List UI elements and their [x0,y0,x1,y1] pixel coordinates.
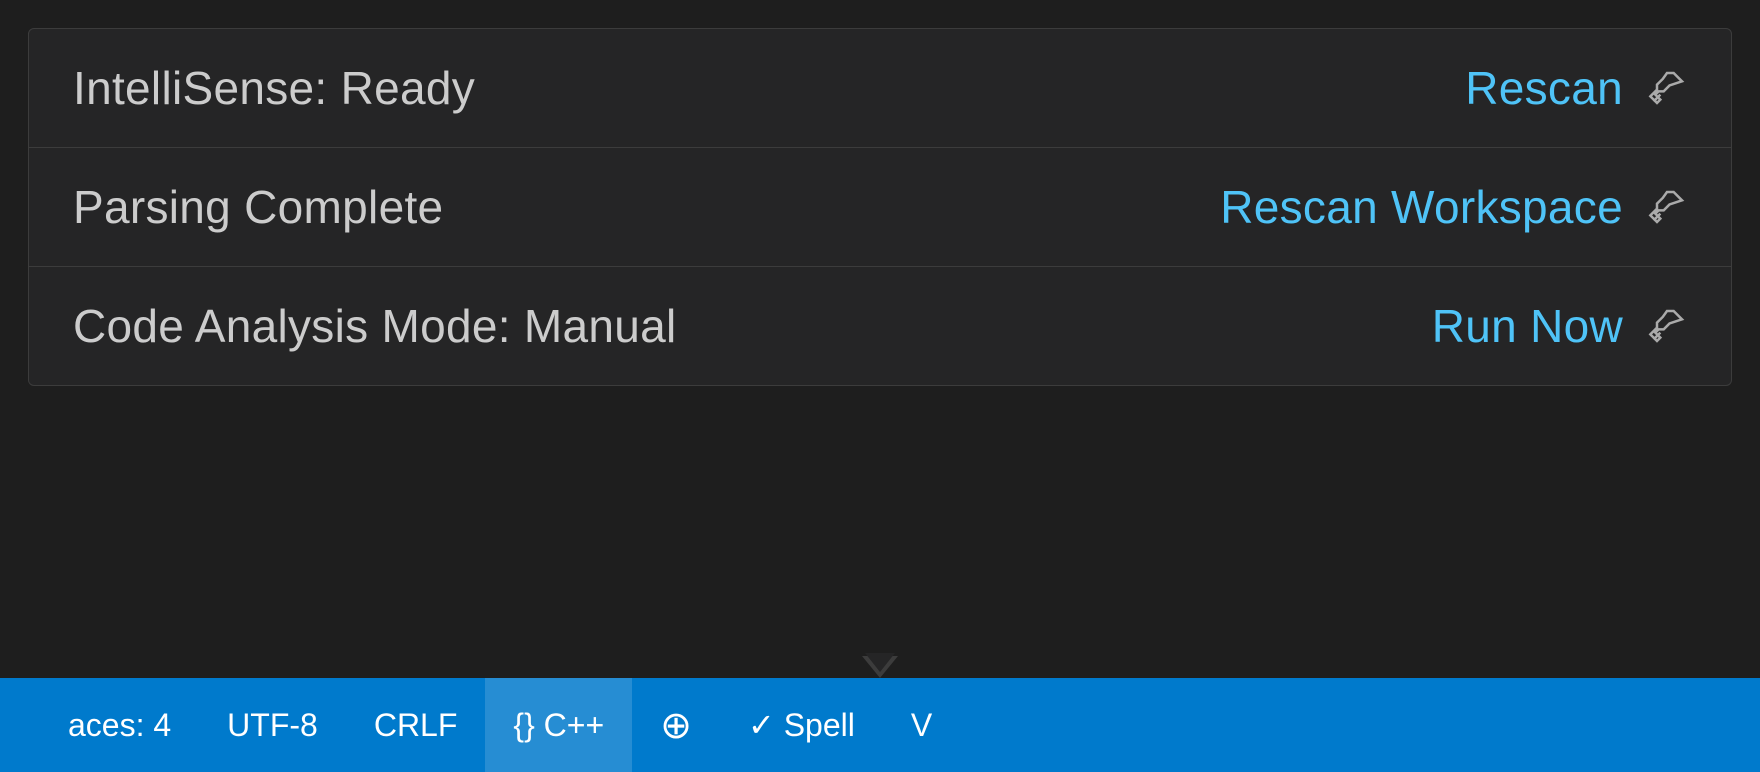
encoding-label: UTF-8 [227,707,318,744]
code-analysis-row: Code Analysis Mode: Manual Run Now [29,267,1731,385]
intellisense-popup: IntelliSense: Ready Rescan Parsing Compl… [28,28,1732,386]
parsing-row: Parsing Complete Rescan Workspace [29,148,1731,267]
encoding-indicator[interactable]: UTF-8 [199,678,346,772]
language-label: {} C++ [513,707,604,744]
pin-intellisense-icon[interactable] [1647,68,1687,108]
rescan-workspace-button[interactable]: Rescan Workspace [1220,180,1623,234]
code-analysis-row-actions: Run Now [1432,299,1687,353]
line-ending-label: CRLF [374,707,458,744]
pin-parsing-icon[interactable] [1647,187,1687,227]
parsing-status-label: Parsing Complete [73,180,443,234]
copilot-icon: ⊕ [660,703,692,748]
intellisense-status-label: IntelliSense: Ready [73,61,475,115]
status-bar: aces: 4 UTF-8 CRLF {} C++ ⊕ ✓ Spell V [0,678,1760,772]
spell-label: ✓ Spell [748,706,855,744]
spell-indicator[interactable]: ✓ Spell [720,678,883,772]
extra-indicator[interactable]: V [883,678,960,772]
spaces-indicator[interactable]: aces: 4 [40,678,199,772]
code-analysis-label: Code Analysis Mode: Manual [73,299,677,353]
parsing-row-actions: Rescan Workspace [1220,180,1687,234]
copilot-indicator[interactable]: ⊕ [632,678,720,772]
intellisense-row-actions: Rescan [1465,61,1687,115]
language-indicator[interactable]: {} C++ [485,678,632,772]
run-now-button[interactable]: Run Now [1432,299,1623,353]
pin-code-analysis-icon[interactable] [1647,306,1687,346]
line-ending-indicator[interactable]: CRLF [346,678,486,772]
extra-label: V [911,707,932,744]
rescan-button[interactable]: Rescan [1465,61,1623,115]
spaces-label: aces: 4 [68,707,171,744]
popup-caret [862,656,898,678]
intellisense-row: IntelliSense: Ready Rescan [29,29,1731,148]
